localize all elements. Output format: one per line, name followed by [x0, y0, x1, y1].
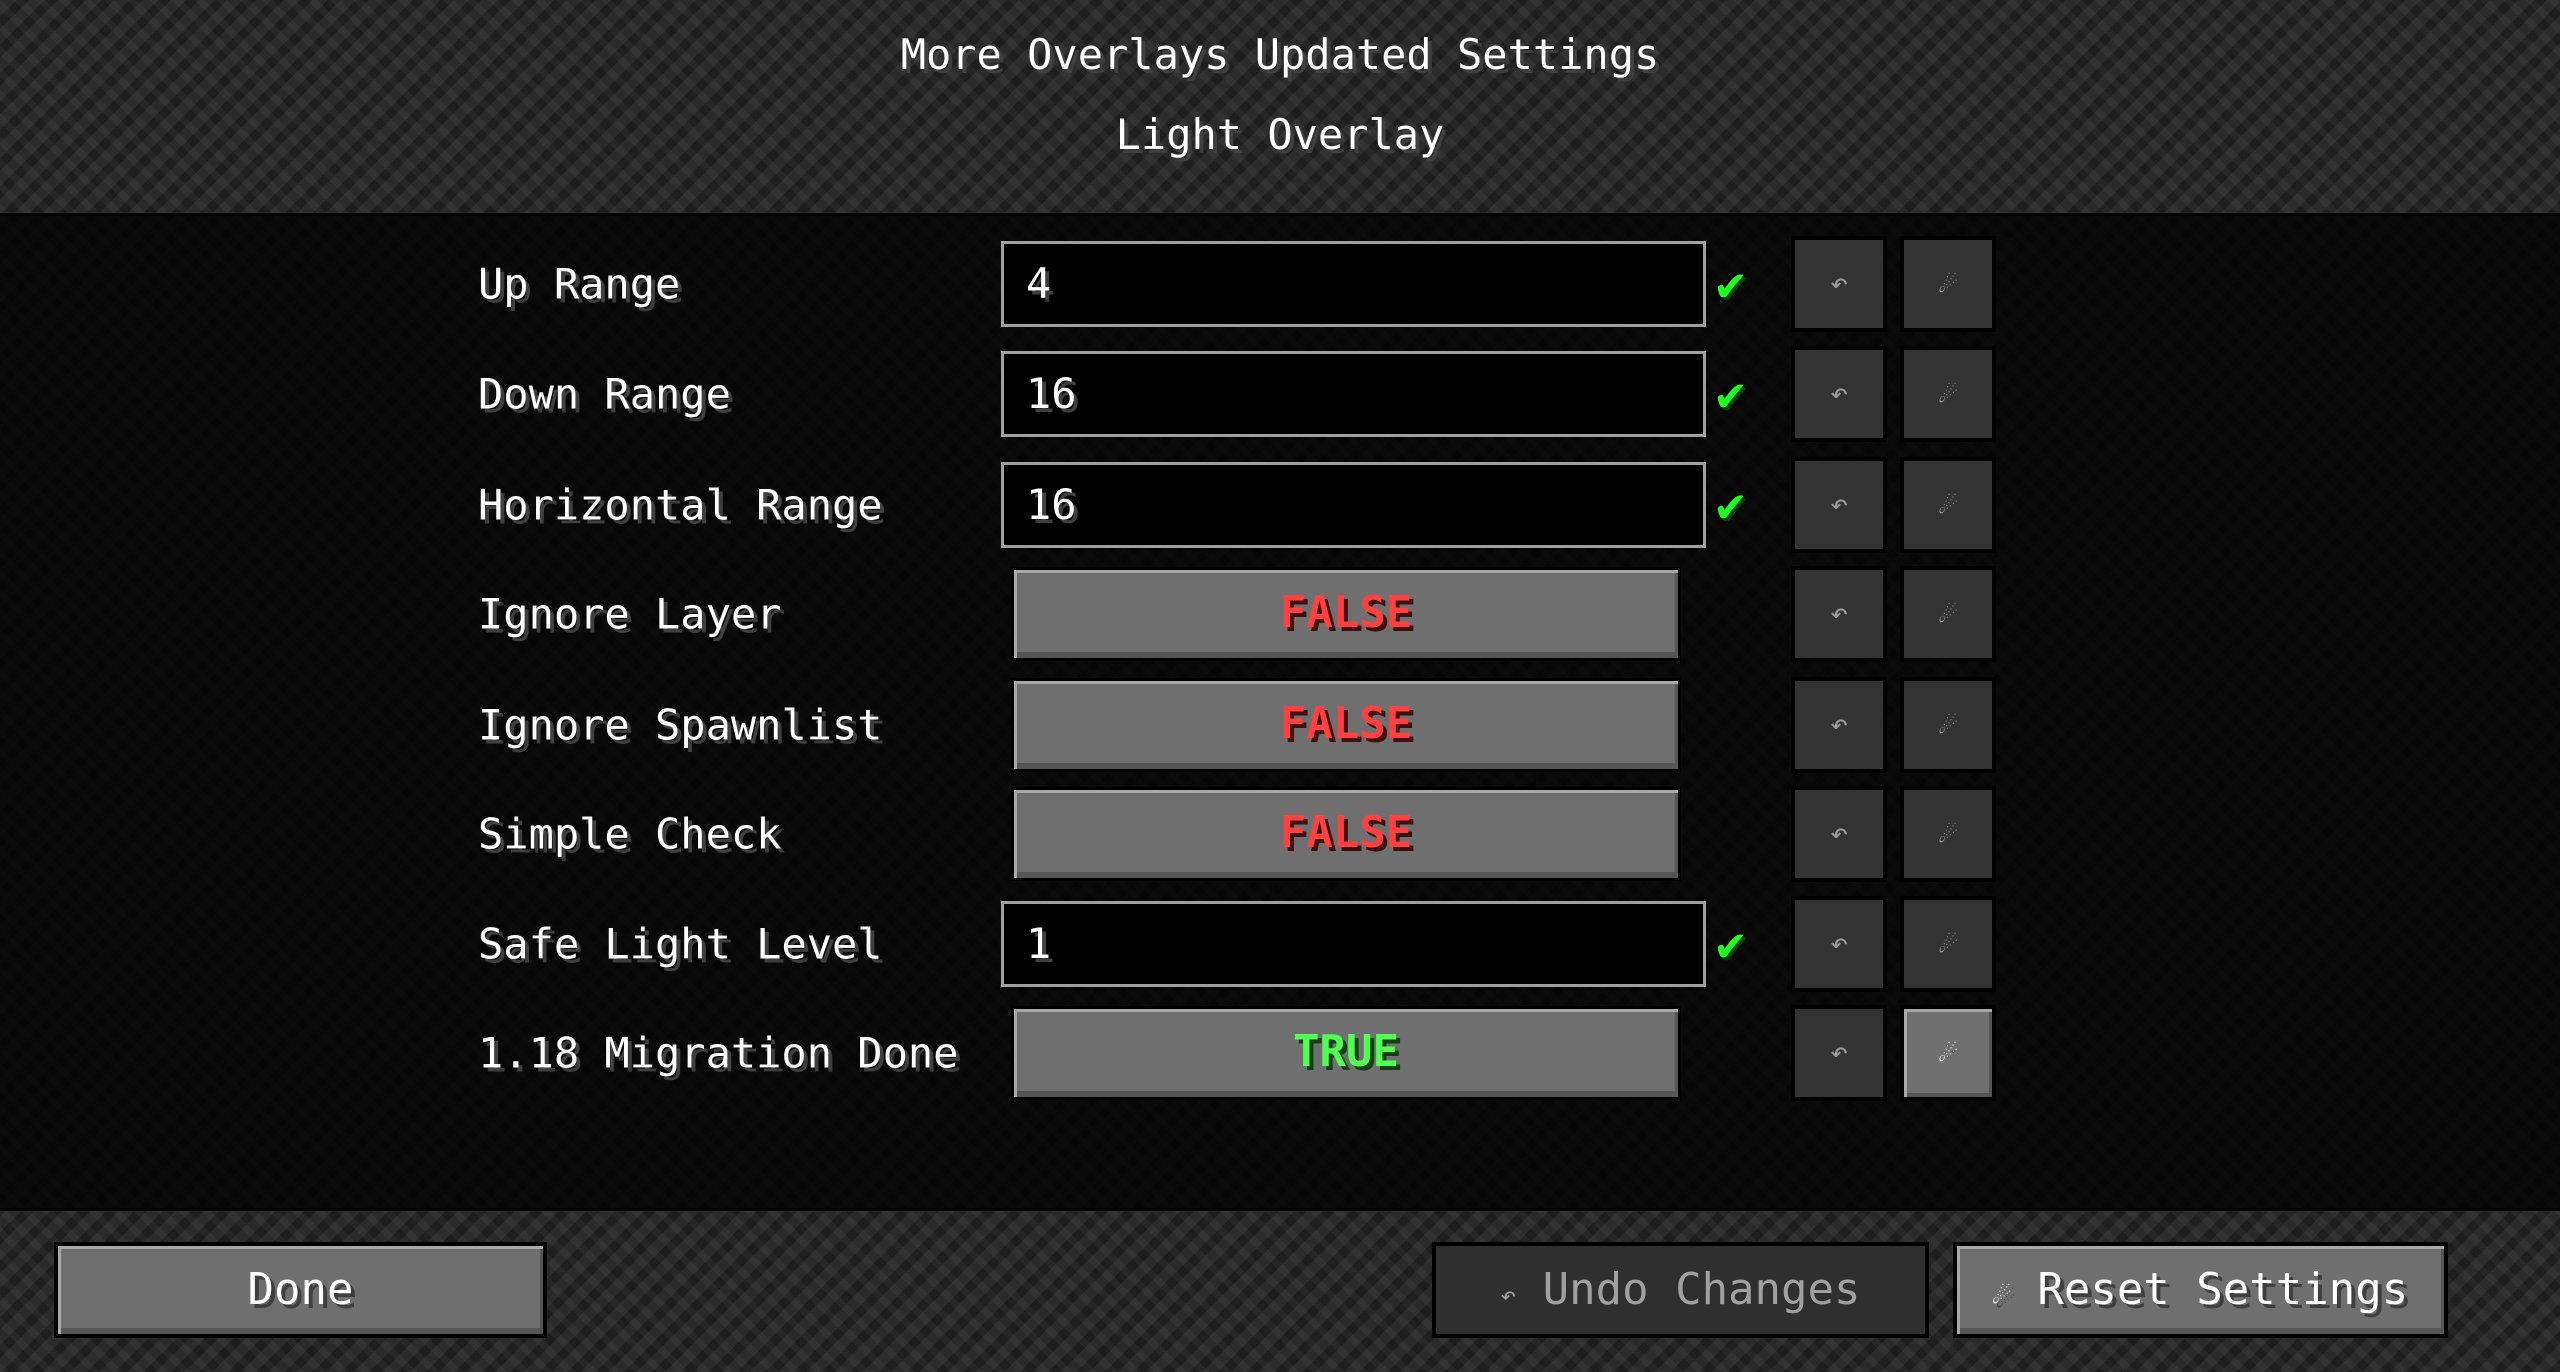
- reset-setting-button[interactable]: ☄: [1900, 346, 1996, 442]
- valid-check-icon: ✔: [1716, 256, 1745, 312]
- setting-label: Up Range: [478, 259, 681, 309]
- screen-title: More Overlays Updated Settings: [900, 30, 1660, 79]
- undo-icon: ↶: [1500, 1281, 1517, 1311]
- setting-label: Ignore Layer: [478, 589, 782, 639]
- reset-icon: ☄: [1938, 707, 1958, 742]
- undo-setting-button[interactable]: ↶: [1791, 896, 1887, 992]
- setting-toggle-button[interactable]: FALSE: [1011, 567, 1681, 661]
- reset-settings-button[interactable]: ☄ Reset Settings: [1953, 1242, 2448, 1338]
- done-button[interactable]: Done: [54, 1242, 547, 1338]
- setting-label: Down Range: [478, 369, 731, 419]
- reset-setting-button[interactable]: ☄: [1900, 457, 1996, 553]
- undo-icon: ↶: [1829, 707, 1849, 742]
- setting-input[interactable]: 1: [1001, 901, 1706, 987]
- setting-label: Safe Light Level: [478, 919, 883, 969]
- undo-icon: ↶: [1829, 1035, 1849, 1070]
- setting-label: Horizontal Range: [478, 480, 883, 530]
- reset-setting-button[interactable]: ☄: [1900, 786, 1996, 882]
- undo-setting-button[interactable]: ↶: [1791, 1005, 1887, 1101]
- reset-setting-button[interactable]: ☄: [1900, 896, 1996, 992]
- undo-setting-button[interactable]: ↶: [1791, 566, 1887, 662]
- setting-label: 1.18 Migration Done: [478, 1028, 959, 1078]
- undo-setting-button[interactable]: ↶: [1791, 346, 1887, 442]
- reset-icon: ☄: [1938, 1035, 1958, 1070]
- reset-setting-button[interactable]: ☄: [1900, 1005, 1996, 1101]
- undo-setting-button[interactable]: ↶: [1791, 786, 1887, 882]
- reset-setting-button[interactable]: ☄: [1900, 677, 1996, 773]
- reset-icon: ☄: [1938, 596, 1958, 631]
- setting-label: Ignore Spawnlist: [478, 700, 883, 750]
- reset-icon: ☄: [1938, 376, 1958, 411]
- undo-icon: ↶: [1829, 816, 1849, 851]
- undo-icon: ↶: [1829, 596, 1849, 631]
- setting-toggle-button[interactable]: TRUE: [1011, 1006, 1681, 1100]
- valid-check-icon: ✔: [1716, 366, 1745, 422]
- setting-input[interactable]: 4: [1001, 241, 1706, 327]
- setting-input[interactable]: 16: [1001, 351, 1706, 437]
- undo-changes-button[interactable]: ↶ Undo Changes: [1432, 1242, 1929, 1338]
- undo-icon: ↶: [1829, 376, 1849, 411]
- undo-icon: ↶: [1829, 487, 1849, 522]
- undo-icon: ↶: [1829, 926, 1849, 961]
- undo-setting-button[interactable]: ↶: [1791, 236, 1887, 332]
- setting-input[interactable]: 16: [1001, 462, 1706, 548]
- reset-icon: ☄: [1992, 1277, 2011, 1312]
- reset-icon: ☄: [1938, 816, 1958, 851]
- valid-check-icon: ✔: [1716, 916, 1745, 972]
- reset-settings-label: Reset Settings: [2037, 1264, 2409, 1315]
- undo-setting-button[interactable]: ↶: [1791, 677, 1887, 773]
- reset-icon: ☄: [1938, 926, 1958, 961]
- done-label: Done: [247, 1264, 354, 1315]
- reset-setting-button[interactable]: ☄: [1900, 236, 1996, 332]
- undo-icon: ↶: [1829, 266, 1849, 301]
- undo-changes-label: Undo Changes: [1542, 1264, 1861, 1315]
- reset-icon: ☄: [1938, 487, 1958, 522]
- reset-setting-button[interactable]: ☄: [1900, 566, 1996, 662]
- setting-toggle-button[interactable]: FALSE: [1011, 678, 1681, 772]
- valid-check-icon: ✔: [1716, 477, 1745, 533]
- category-title: Light Overlay: [1115, 110, 1445, 159]
- reset-icon: ☄: [1938, 266, 1958, 301]
- setting-toggle-button[interactable]: FALSE: [1011, 787, 1681, 881]
- undo-setting-button[interactable]: ↶: [1791, 457, 1887, 553]
- setting-label: Simple Check: [478, 809, 782, 859]
